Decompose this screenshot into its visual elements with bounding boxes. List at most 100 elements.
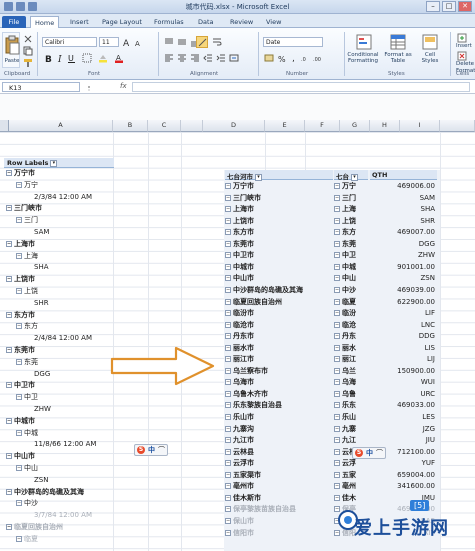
pivot-city-cell[interactable]: − 乌鲁木齐市	[225, 389, 333, 400]
format-as-table-label[interactable]: Format as Table	[382, 52, 414, 64]
collapse-toggle-icon[interactable]: −	[225, 263, 231, 270]
collapse-toggle-icon[interactable]: −	[334, 367, 340, 374]
collapse-toggle-icon[interactable]: −	[334, 448, 340, 455]
collapse-toggle-icon[interactable]: −	[225, 310, 231, 317]
pivot-code-cell[interactable]: 469033.00	[370, 400, 437, 411]
collapse-toggle-icon[interactable]: −	[6, 417, 12, 424]
column-header-d[interactable]: D	[203, 120, 265, 132]
pivot-row-level-3[interactable]: 2/4/84 12:00 AM	[4, 333, 114, 344]
pivot-city-cell[interactable]: − 乐山市	[225, 412, 333, 423]
collapse-toggle-icon[interactable]: −	[334, 437, 340, 444]
pivot-city-cell[interactable]: − 云浮市	[225, 458, 333, 469]
pivot-short-cell[interactable]: − 临汾	[334, 308, 368, 319]
pivot-row-level-3[interactable]: DGG	[4, 369, 114, 380]
pivot-row-level-2[interactable]: − 三门	[4, 215, 114, 226]
pivot-city-cell[interactable]: − 五家渠市	[225, 470, 333, 481]
collapse-toggle-icon[interactable]: −	[16, 252, 22, 259]
collapse-toggle-icon[interactable]: −	[225, 414, 231, 420]
formula-input[interactable]	[132, 82, 470, 92]
pivot-city-cell[interactable]: − 乌兰察布市	[225, 366, 333, 377]
pivot-row-level-1[interactable]: − 中沙群岛的岛礁及其海	[4, 487, 114, 498]
pivot-city-cell[interactable]: − 九寨沟	[225, 424, 333, 435]
collapse-toggle-icon[interactable]: −	[225, 252, 231, 259]
pivot-short-cell[interactable]: − 临夏	[334, 297, 368, 308]
pivot-code-cell[interactable]: 469006.00	[370, 181, 437, 192]
collapse-toggle-icon[interactable]: −	[225, 506, 231, 513]
decrease-decimal-icon[interactable]: .00	[313, 53, 323, 63]
pivot-city-cell[interactable]: − 中山市	[225, 273, 333, 284]
pivot-city-cell[interactable]: − 云林县	[225, 447, 333, 458]
column-header-c[interactable]: C	[148, 120, 181, 132]
collapse-toggle-icon[interactable]: −	[334, 483, 340, 490]
number-format-combo[interactable]: Date	[263, 37, 323, 47]
minimize-button[interactable]: –	[426, 1, 440, 12]
collapse-toggle-icon[interactable]: −	[334, 183, 340, 189]
delete-cells-label[interactable]: Delete	[456, 61, 475, 67]
pivot-row-level-2[interactable]: − 上饶	[4, 286, 114, 297]
orientation-button[interactable]	[196, 36, 208, 48]
collapse-toggle-icon[interactable]: −	[6, 488, 12, 495]
pivot-row-level-2[interactable]: − 万宁	[4, 180, 114, 191]
collapse-toggle-icon[interactable]: −	[16, 217, 22, 224]
pivot-row-level-1[interactable]: − 三门峡市	[4, 203, 114, 214]
pivot-row-level-1[interactable]: − 临夏回族自治州	[4, 522, 114, 533]
pivot-short-cell[interactable]: − 云浮	[334, 458, 368, 469]
pivot-short-cell[interactable]: − 中沙	[334, 285, 368, 296]
pivot-code-cell[interactable]: JZG	[370, 424, 437, 435]
pivot-row-level-1[interactable]: − 上饶市	[4, 274, 114, 285]
font-size-combo[interactable]: 11	[99, 37, 119, 47]
collapse-toggle-icon[interactable]: −	[225, 494, 231, 501]
pivot-short-cell[interactable]: − 上海	[334, 204, 368, 215]
increase-decimal-icon[interactable]: .0	[301, 53, 311, 63]
pivot-city-cell[interactable]: − 中城市	[225, 262, 333, 273]
collapse-toggle-icon[interactable]: −	[16, 394, 22, 401]
percent-style-icon[interactable]: %	[277, 53, 287, 63]
borders-icon[interactable]	[82, 53, 92, 63]
pivot-row-level-2[interactable]: − 中城	[4, 428, 114, 439]
collapse-toggle-icon[interactable]: −	[16, 500, 22, 507]
filter-dropdown-icon[interactable]: ▾	[255, 173, 262, 181]
pivot-short-cell[interactable]: − 乌兰	[334, 366, 368, 377]
cell-styles-label[interactable]: Cell Styles	[416, 52, 444, 64]
pivot-city-cell[interactable]: − 九江市	[225, 435, 333, 446]
pivot-row-level-2[interactable]: − 临夏	[4, 534, 114, 545]
pivot-short-cell[interactable]: − 中城	[334, 262, 368, 273]
collapse-toggle-icon[interactable]: −	[6, 170, 12, 176]
pivot-city-cell[interactable]: − 丹东市	[225, 331, 333, 342]
underline-icon[interactable]: U	[67, 53, 77, 63]
collapse-toggle-icon[interactable]: −	[225, 229, 231, 236]
pivot-short-cell[interactable]: − 丹东	[334, 331, 368, 342]
pivot-code-cell[interactable]: LES	[370, 412, 437, 423]
collapse-toggle-icon[interactable]: −	[334, 356, 340, 363]
pivot-row-level-3[interactable]: 2/3/84 12:00 AM	[4, 192, 114, 203]
collapse-toggle-icon[interactable]: −	[16, 465, 22, 471]
pivot-header-code[interactable]: QTH	[370, 170, 437, 180]
collapse-toggle-icon[interactable]: −	[334, 402, 340, 409]
collapse-toggle-icon[interactable]: −	[6, 311, 12, 318]
pivot-city-cell[interactable]: − 临沧市	[225, 320, 333, 331]
collapse-toggle-icon[interactable]: −	[225, 298, 231, 305]
pivot-short-cell[interactable]: − 中卫	[334, 250, 368, 261]
collapse-toggle-icon[interactable]: −	[6, 382, 12, 389]
pivot-code-cell[interactable]: 150900.00	[370, 366, 437, 377]
pivot-city-cell[interactable]: − 丽江市	[225, 354, 333, 365]
copy-icon[interactable]	[23, 46, 33, 56]
collapse-toggle-icon[interactable]: −	[225, 206, 231, 213]
collapse-toggle-icon[interactable]: −	[6, 240, 12, 247]
ime-language-toggle[interactable]: 中	[148, 445, 155, 455]
pivot-short-cell[interactable]: − 东莞	[334, 239, 368, 250]
pivot-city-cell[interactable]: − 三门峡市	[225, 193, 333, 204]
pivot-code-cell[interactable]: 469007.00	[370, 227, 437, 238]
increase-indent-icon[interactable]	[216, 53, 226, 63]
collapse-toggle-icon[interactable]: −	[225, 286, 231, 293]
collapse-toggle-icon[interactable]: −	[225, 333, 231, 340]
collapse-toggle-icon[interactable]: −	[225, 194, 231, 201]
collapse-toggle-icon[interactable]: −	[225, 483, 231, 490]
pivot-short-cell[interactable]: − 九江	[334, 435, 368, 446]
align-top-icon[interactable]	[164, 37, 174, 47]
ime-language-toggle[interactable]: 中	[366, 448, 373, 458]
pivot-code-cell[interactable]: DDG	[370, 331, 437, 342]
pivot-city-cell[interactable]: − 万宁市	[225, 181, 333, 192]
tab-home[interactable]: Home	[30, 16, 60, 28]
pivot-row-level-1[interactable]: − 东莞市	[4, 345, 114, 356]
